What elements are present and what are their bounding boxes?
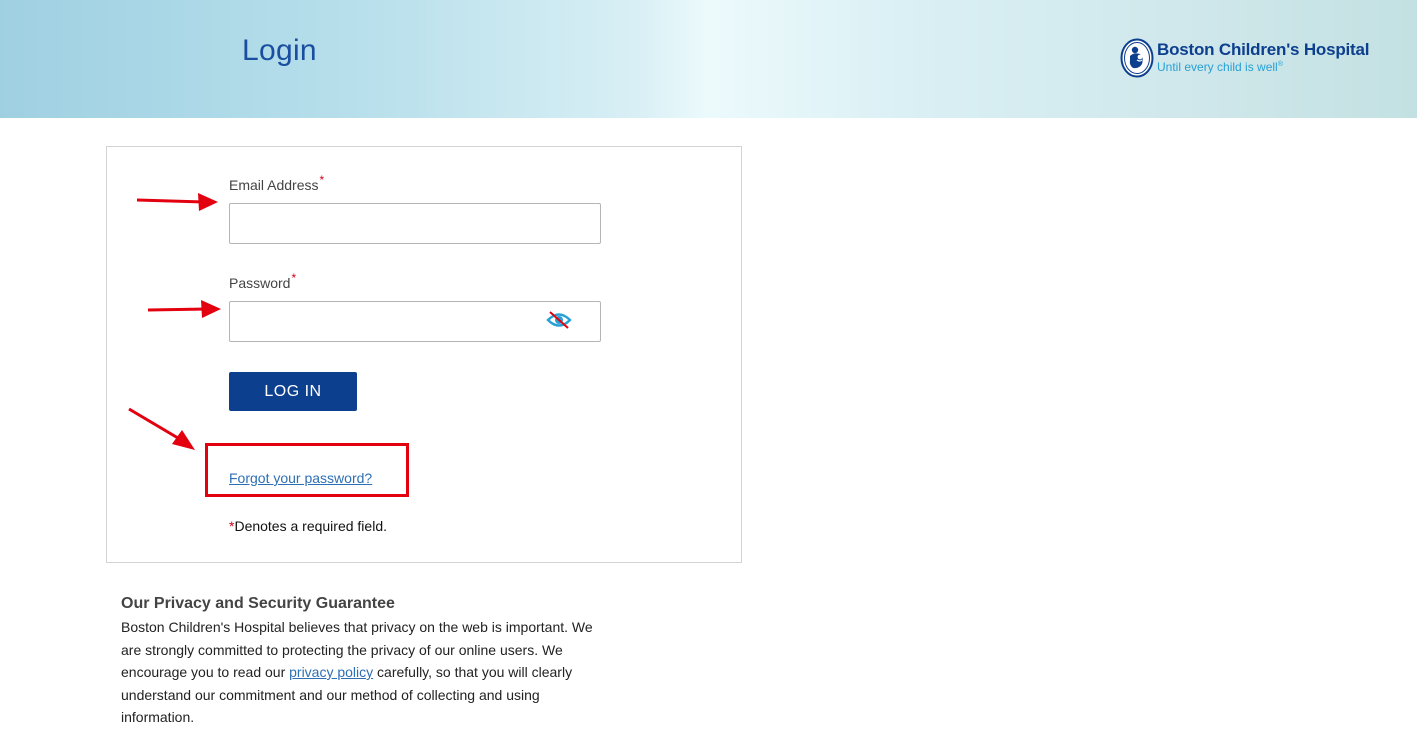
page-title: Login	[242, 34, 317, 67]
annotation-arrow-password	[147, 300, 221, 318]
brand-tagline-mark: ®	[1277, 61, 1283, 68]
brand-tagline: Until every child is well®	[1157, 60, 1283, 74]
hospital-logo-icon	[1120, 38, 1154, 78]
privacy-policy-link[interactable]: privacy policy	[289, 664, 373, 680]
privacy-text: Boston Children's Hospital believes that…	[121, 616, 611, 729]
forgot-password-highlight-box	[205, 443, 409, 497]
brand-name: Boston Children's Hospital	[1157, 40, 1370, 59]
required-asterisk: *	[291, 271, 297, 285]
required-field-note: *Denotes a required field.	[229, 518, 387, 534]
annotation-arrow-email	[136, 193, 218, 211]
required-note-text: Denotes a required field.	[234, 518, 387, 534]
required-asterisk: *	[319, 173, 325, 187]
brand-tagline-text: Until every child is well	[1157, 60, 1278, 74]
password-label-text: Password	[229, 275, 291, 291]
brand-logo[interactable]: Boston Children's Hospital Until every c…	[1120, 38, 1370, 80]
email-label: Email Address*	[229, 173, 324, 193]
annotation-arrow-forgot-password	[128, 407, 195, 450]
password-label: Password*	[229, 271, 296, 291]
email-label-text: Email Address	[229, 177, 319, 193]
email-input[interactable]	[229, 203, 601, 244]
login-button[interactable]: LOG IN	[229, 372, 357, 411]
page-header: Login Boston Children's Hospital Until e…	[0, 0, 1417, 118]
eye-slash-icon[interactable]	[545, 310, 573, 330]
privacy-heading: Our Privacy and Security Guarantee	[121, 595, 395, 612]
privacy-section: Our Privacy and Security Guarantee Bosto…	[121, 595, 611, 729]
